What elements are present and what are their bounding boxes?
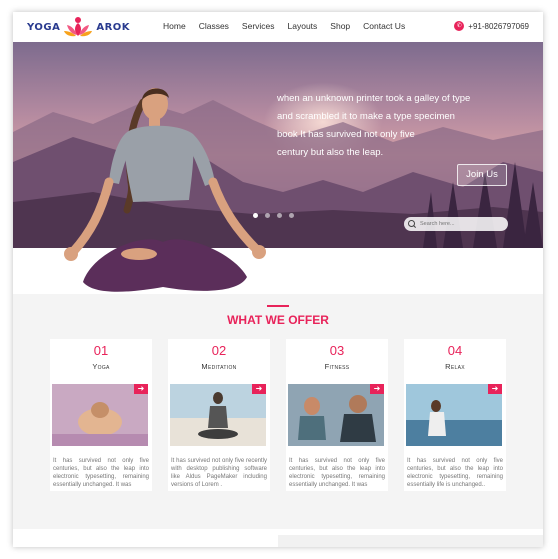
offer-card-relax[interactable]: 04 Relax ➜ It has survived not only five… bbox=[404, 339, 506, 491]
nav-contact-us[interactable]: Contact Us bbox=[363, 21, 405, 31]
offer-card-meditation[interactable]: 02 Meditation ➜ It has survived not only… bbox=[168, 339, 270, 491]
logo-word-arok: AROK bbox=[96, 21, 131, 33]
card-description: It has survived not only five recently w… bbox=[171, 458, 267, 488]
search-icon[interactable] bbox=[408, 219, 417, 229]
logo[interactable]: YOGA AROK bbox=[27, 16, 130, 38]
phone-contact[interactable]: ✆ +91-8026797069 bbox=[454, 21, 529, 31]
card-title: Fitness bbox=[324, 362, 350, 371]
site-header: YOGA AROK Home Classes Services Layouts … bbox=[13, 12, 543, 42]
arrow-right-icon[interactable]: ➜ bbox=[488, 384, 502, 394]
nav-layouts[interactable]: Layouts bbox=[288, 21, 318, 31]
search-box bbox=[404, 217, 508, 231]
card-description: It has survived not only five centuries,… bbox=[407, 458, 503, 488]
nav-home[interactable]: Home bbox=[163, 21, 186, 31]
footer-strip bbox=[13, 529, 543, 547]
join-us-button[interactable]: Join Us bbox=[457, 164, 507, 186]
yoga-photo: ➜ bbox=[52, 384, 148, 446]
hero-line: and scrambled it to make a type specimen bbox=[277, 111, 455, 122]
heading-divider bbox=[267, 305, 289, 307]
logo-word-yoga: YOGA bbox=[27, 21, 61, 33]
phone-icon: ✆ bbox=[454, 21, 465, 31]
card-number: 03 bbox=[329, 343, 345, 358]
nav-shop[interactable]: Shop bbox=[330, 21, 350, 31]
lotus-icon bbox=[64, 17, 93, 37]
offer-card-fitness[interactable]: 03 Fitness ➜ It has survived not only fi… bbox=[286, 339, 388, 491]
arrow-right-icon[interactable]: ➜ bbox=[134, 384, 148, 394]
meditating-woman-image bbox=[64, 88, 266, 292]
card-number: 01 bbox=[93, 343, 109, 358]
slider-dot[interactable] bbox=[289, 213, 294, 218]
arrow-right-icon[interactable]: ➜ bbox=[252, 384, 266, 394]
card-title: Yoga bbox=[92, 362, 110, 371]
hero-line: century but also the leap. bbox=[277, 147, 384, 158]
hero-line: book It has survived not only five bbox=[277, 129, 415, 140]
offer-section: WHAT WE OFFER 01 Yoga ➜ It has survived … bbox=[13, 294, 543, 529]
search-input[interactable] bbox=[420, 221, 500, 227]
relax-photo: ➜ bbox=[406, 384, 502, 446]
phone-number: +91-8026797069 bbox=[468, 21, 529, 31]
footer-panel bbox=[278, 535, 543, 547]
meditation-photo: ➜ bbox=[170, 384, 266, 446]
nav-services[interactable]: Services bbox=[242, 21, 275, 31]
card-title: Relax bbox=[445, 362, 465, 371]
main-nav: Home Classes Services Layouts Shop Conta… bbox=[163, 21, 418, 31]
offer-heading: WHAT WE OFFER bbox=[227, 313, 329, 327]
card-number: 04 bbox=[447, 343, 463, 358]
card-description: It has survived not only five centuries,… bbox=[53, 458, 149, 488]
hero-line: when an unknown printer took a galley of… bbox=[277, 93, 471, 104]
card-title: Meditation bbox=[201, 362, 237, 371]
hero-text: when an unknown printer took a galley of… bbox=[277, 90, 517, 162]
card-description: It has survived not only five centuries,… bbox=[289, 458, 385, 488]
nav-classes[interactable]: Classes bbox=[199, 21, 229, 31]
offer-card-yoga[interactable]: 01 Yoga ➜ It has survived not only five … bbox=[50, 339, 152, 491]
page-frame: YOGA AROK Home Classes Services Layouts … bbox=[13, 12, 543, 547]
arrow-right-icon[interactable]: ➜ bbox=[370, 384, 384, 394]
card-number: 02 bbox=[211, 343, 227, 358]
fitness-photo: ➜ bbox=[288, 384, 384, 446]
